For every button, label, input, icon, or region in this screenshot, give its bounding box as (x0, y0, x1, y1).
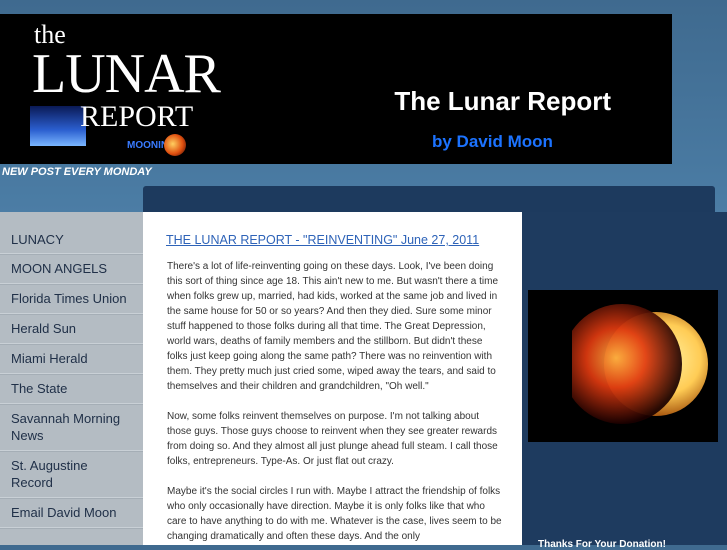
sidebar-item-email-david-moon[interactable]: Email David Moon (0, 498, 143, 528)
sidebar-item-st-augustine-record[interactable]: St. Augustine Record (0, 451, 143, 498)
post-title-link[interactable]: THE LUNAR REPORT - "REINVENTING" June 27… (166, 233, 479, 247)
site-subtitle: by David Moon (432, 132, 556, 152)
sidebar-item-lunacy[interactable]: LUNACY (0, 212, 143, 254)
eclipse-moon-icon (572, 304, 708, 424)
main-content: THE LUNAR REPORT - "REINVENTING" June 27… (143, 212, 522, 545)
site-header: the LUNAR REPORT MOONING The Lunar Repor… (0, 14, 672, 164)
post-paragraph: Now, some folks reinvent themselves on p… (167, 411, 498, 467)
logo-moon-icon (164, 134, 186, 156)
logo-report: REPORT (80, 100, 194, 133)
sidebar-item-the-state[interactable]: The State (0, 374, 143, 404)
logo-gradient-bar (30, 106, 86, 146)
right-column: Thanks For Your Donation! (522, 212, 727, 550)
sidebar-item-miami-herald[interactable]: Miami Herald (0, 344, 143, 374)
site-subtitle-text: by David Moon (432, 132, 553, 151)
post-body: There's a lot of life-reinventing going … (167, 259, 503, 545)
content-top-band (143, 186, 715, 212)
site-logo[interactable]: the LUNAR REPORT MOONING (30, 16, 221, 166)
sidebar-item-florida-times-union[interactable]: Florida Times Union (0, 284, 143, 314)
logo-lunar: LUNAR (32, 43, 221, 105)
post-paragraph: There's a lot of life-reinventing going … (167, 261, 499, 392)
sidebar-item-moon-angels[interactable]: MOON ANGELS (0, 254, 143, 284)
post-paragraph: Maybe it's the social circles I run with… (167, 486, 502, 542)
site-title: The Lunar Report (394, 86, 611, 116)
tagline: NEW POST EVERY MONDAY (2, 166, 152, 178)
sidebar-item-savannah-morning-news[interactable]: Savannah Morning News (0, 404, 143, 451)
moon-image (528, 290, 718, 442)
sidebar-item-herald-sun[interactable]: Herald Sun (0, 314, 143, 344)
sidebar-nav: LUNACY MOON ANGELS Florida Times Union H… (0, 212, 143, 545)
